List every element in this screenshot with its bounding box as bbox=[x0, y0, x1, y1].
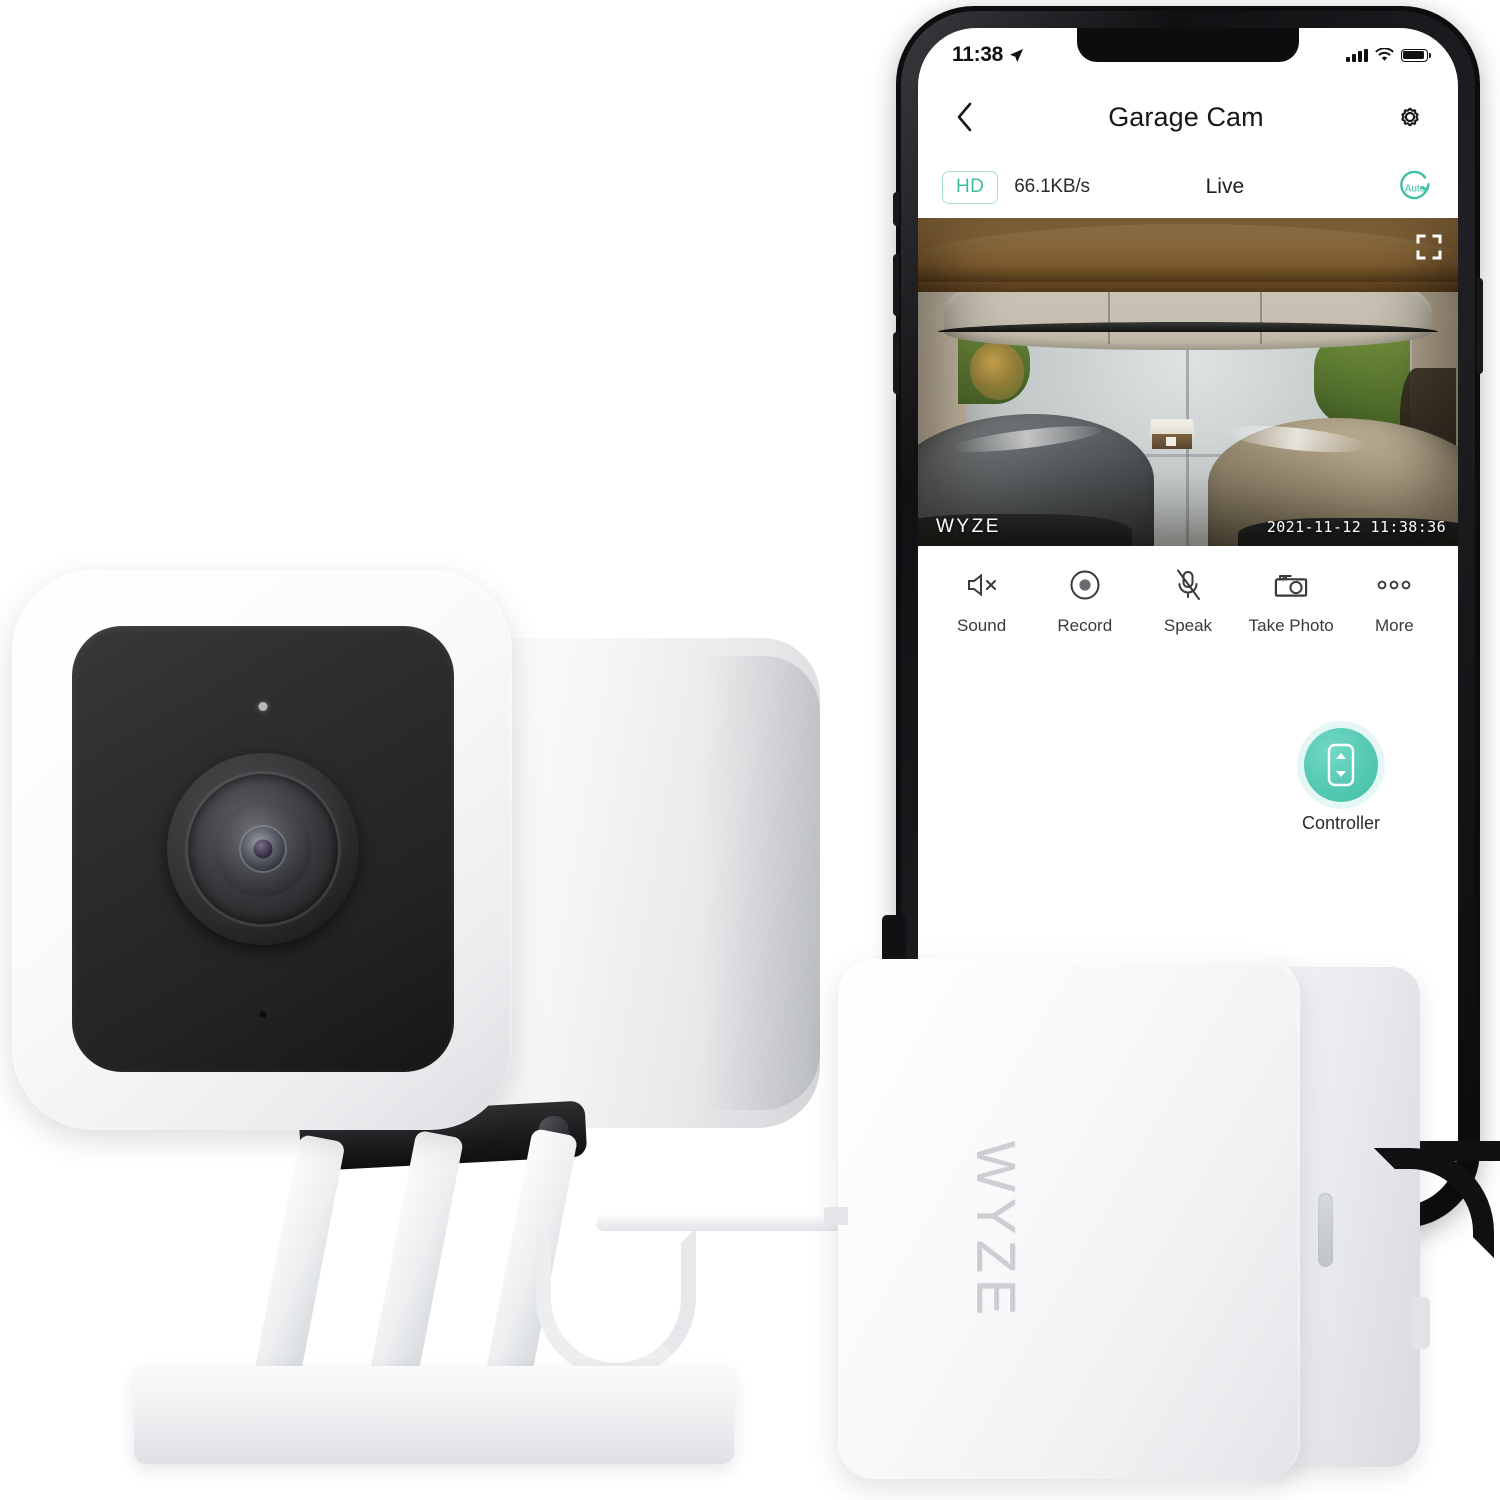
video-package-label bbox=[1166, 437, 1176, 446]
cellular-signal-icon bbox=[1346, 48, 1368, 62]
camera-lens-inner bbox=[241, 827, 285, 871]
live-video-feed[interactable]: WYZE 2021-11-12 11:38:36 bbox=[918, 218, 1458, 546]
camera-lens-icon bbox=[167, 753, 359, 945]
record-label: Record bbox=[1057, 616, 1113, 635]
status-bar: 11:38 bbox=[918, 28, 1458, 78]
stream-quality-bar: HD 66.1KB/s Live Auto bbox=[918, 156, 1458, 218]
sound-label: Sound bbox=[957, 616, 1007, 635]
video-watermark: WYZE bbox=[936, 516, 1001, 537]
controller-button[interactable] bbox=[1304, 728, 1378, 802]
controller-body bbox=[838, 959, 1300, 1479]
sound-button[interactable]: Sound bbox=[933, 568, 1031, 636]
speaker-muted-icon bbox=[965, 568, 999, 602]
chevron-left-icon bbox=[957, 102, 971, 132]
hd-quality-badge[interactable]: HD bbox=[942, 170, 999, 204]
camera-cable-loop bbox=[536, 1228, 696, 1378]
wyze-camera-device bbox=[0, 560, 896, 1500]
controller-shortcut[interactable]: Controller bbox=[1278, 728, 1404, 834]
camera-face-plate bbox=[72, 626, 454, 1072]
settings-button[interactable] bbox=[1388, 95, 1432, 139]
camera-stand-leg bbox=[368, 1129, 464, 1391]
live-status-label: Live bbox=[1205, 175, 1245, 198]
camera-action-bar: Sound Record Speak Take Photo More bbox=[918, 546, 1458, 658]
controller-right-tab bbox=[1412, 1297, 1430, 1349]
status-indicators bbox=[1346, 48, 1431, 62]
video-bush bbox=[970, 342, 1024, 400]
microphone-muted-icon bbox=[1174, 568, 1202, 602]
remote-control-icon bbox=[1327, 743, 1355, 787]
speak-button[interactable]: Speak bbox=[1139, 568, 1237, 636]
camera-lens-pupil bbox=[253, 839, 273, 859]
status-time: 11:38 bbox=[952, 43, 1004, 66]
camera-rear-shading bbox=[700, 656, 820, 1110]
controller-left-tab bbox=[824, 1207, 848, 1225]
camera-icon bbox=[1274, 568, 1308, 602]
record-circle-icon bbox=[1069, 568, 1101, 602]
location-arrow-icon bbox=[1010, 48, 1024, 62]
more-button[interactable]: More bbox=[1345, 568, 1443, 636]
back-button[interactable] bbox=[944, 97, 984, 137]
controller-label: Controller bbox=[1301, 813, 1381, 833]
camera-microphone-hole bbox=[259, 1011, 267, 1018]
controller-led-indicator bbox=[1318, 1193, 1333, 1267]
phone-volume-up-button[interactable] bbox=[893, 254, 899, 316]
page-title: Garage Cam bbox=[1108, 101, 1264, 132]
svg-text:Auto: Auto bbox=[1405, 184, 1426, 195]
auto-quality-button[interactable]: Auto bbox=[1394, 166, 1436, 208]
app-nav-bar: Garage Cam bbox=[918, 78, 1458, 156]
camera-lens-ring bbox=[188, 774, 338, 924]
camera-stand-base bbox=[134, 1366, 734, 1464]
take-photo-label: Take Photo bbox=[1248, 616, 1334, 635]
video-timestamp: 2021-11-12 11:38:36 bbox=[1266, 518, 1446, 536]
more-dots-icon bbox=[1377, 568, 1411, 602]
fullscreen-button[interactable] bbox=[1416, 234, 1442, 260]
camera-front-housing bbox=[12, 570, 512, 1130]
phone-volume-down-button[interactable] bbox=[893, 332, 899, 394]
gear-icon bbox=[1401, 107, 1419, 127]
camera-lens-mid bbox=[215, 801, 311, 897]
take-photo-button[interactable]: Take Photo bbox=[1242, 568, 1340, 636]
camera-status-led bbox=[258, 702, 268, 711]
controller-brand-logo: WYZE bbox=[965, 1141, 1025, 1321]
camera-stand-leg bbox=[252, 1133, 346, 1391]
speak-label: Speak bbox=[1163, 616, 1213, 635]
record-button[interactable]: Record bbox=[1036, 568, 1134, 636]
battery-full-icon bbox=[1401, 48, 1431, 62]
phone-mute-switch[interactable] bbox=[893, 192, 899, 226]
phone-power-button[interactable] bbox=[1477, 278, 1483, 374]
product-composite-scene: 11:38 Garage Cam HD 66.1KB/s Live Auto W… bbox=[0, 0, 1500, 1500]
auto-refresh-icon: Auto bbox=[1400, 170, 1430, 200]
status-time-group: 11:38 bbox=[952, 43, 1024, 67]
more-label: More bbox=[1374, 616, 1414, 635]
fullscreen-expand-icon bbox=[1416, 234, 1442, 260]
wifi-icon bbox=[1375, 48, 1394, 61]
garage-door-controller-device: WYZE bbox=[820, 915, 1500, 1500]
